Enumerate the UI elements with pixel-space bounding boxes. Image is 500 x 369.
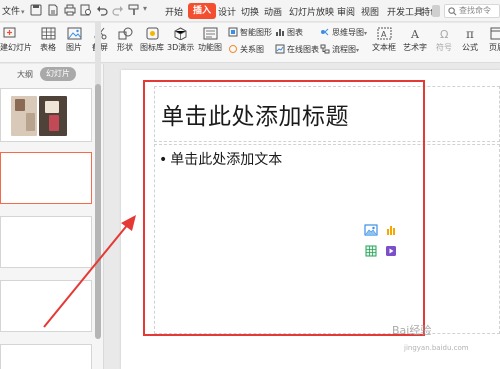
baidu-watermark: Bai经验 (392, 324, 432, 337)
annotation-arrow (43, 215, 136, 328)
baidu-watermark-url: jingyan.baidu.com (404, 344, 469, 352)
